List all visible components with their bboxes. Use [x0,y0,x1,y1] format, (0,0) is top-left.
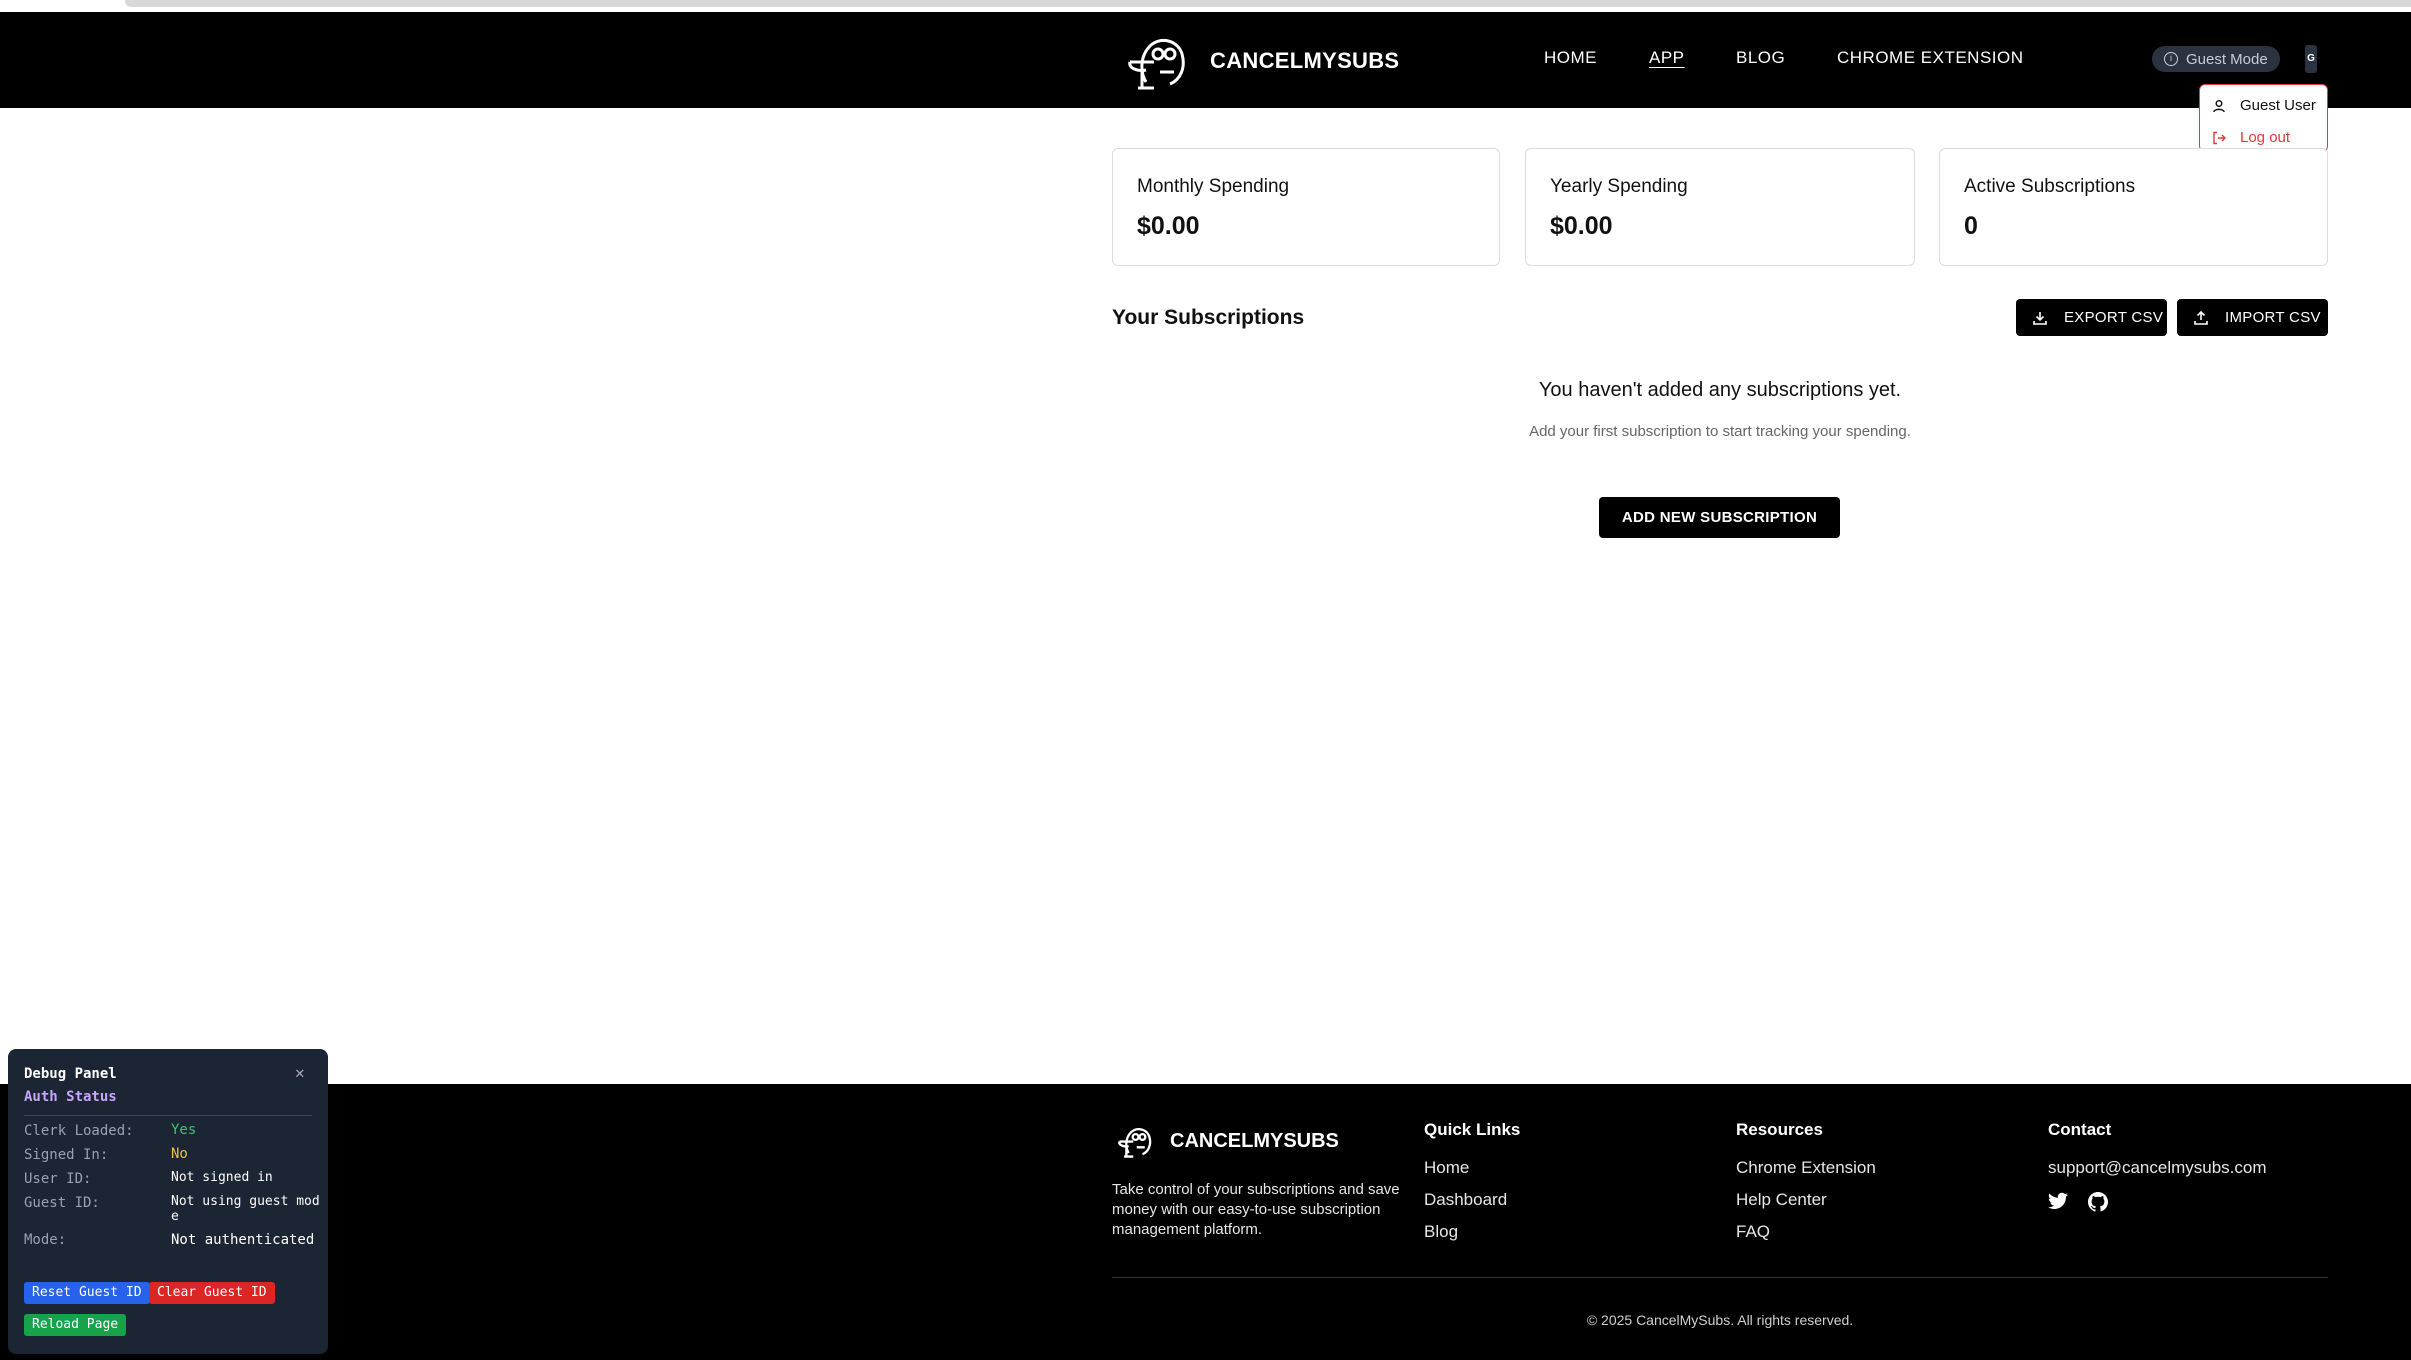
logo[interactable]: CANCELMYSUBS [1124,32,1399,90]
debug-divider [24,1115,312,1116]
twitter-icon[interactable] [2048,1192,2068,1210]
debug-value-guest-id: Not using guest mode [171,1194,320,1224]
menu-item-logout[interactable]: Log out [2212,129,2290,146]
menu-item-guest-user[interactable]: Guest User [2212,97,2316,114]
site-header: CANCELMYSUBS HOME APP BLOG CHROME EXTENS… [0,12,2411,108]
stat-label: Active Subscriptions [1964,176,2136,197]
site-footer: CANCELMYSUBS Take control of your subscr… [0,1084,2411,1360]
reload-page-button[interactable]: Reload Page [24,1314,127,1336]
subscriptions-title: Your Subscriptions [1112,306,1305,329]
menu-item-guest-user-label: Guest User [2240,97,2316,114]
menu-item-logout-label: Log out [2240,129,2291,146]
upload-icon [2194,310,2208,325]
stat-card-monthly: Monthly Spending $0.00 [1112,148,1500,266]
footer-logo[interactable]: CANCELMYSUBS [1116,1124,1339,1158]
reset-guest-id-button[interactable]: Reset Guest ID [24,1282,150,1304]
export-csv-label: EXPORT CSV [2064,309,2164,326]
debug-value-signed-in: No [171,1146,188,1162]
clear-guest-id-button[interactable]: Clear Guest ID [149,1282,275,1304]
footer-link-dashboard[interactable]: Dashboard [1424,1190,1520,1222]
debug-key-clerk-loaded: Clerk Loaded: [24,1123,134,1139]
stat-value: $0.00 [1550,212,1613,240]
stat-value: $0.00 [1137,212,1200,240]
brand-name: CANCELMYSUBS [1210,48,1400,73]
download-icon [2033,311,2047,325]
nav-chrome-extension[interactable]: CHROME EXTENSION [1837,48,2024,68]
debug-value-clerk-loaded: Yes [171,1122,197,1138]
footer-brand: CANCELMYSUBS [1170,1129,1339,1152]
footer-link-help-center[interactable]: Help Center [1736,1190,1876,1222]
debug-section-title: Auth Status [24,1089,117,1105]
debug-key-user-id: User ID: [24,1171,92,1187]
stat-value: 0 [1964,212,1978,240]
debug-key-guest-id: Guest ID: [24,1195,100,1211]
mascot-logo-icon [1128,38,1185,90]
stat-label: Yearly Spending [1550,176,1688,197]
footer-link-faq[interactable]: FAQ [1736,1222,1876,1254]
footer-link-chrome-extension[interactable]: Chrome Extension [1736,1158,1876,1190]
footer-description: Take control of your subscriptions and s… [1112,1181,1400,1238]
footer-column-title: Resources [1736,1120,1823,1139]
debug-value-mode: Not authenticated [171,1232,315,1248]
debug-value-user-id: Not signed in [171,1170,273,1185]
footer-resources: Resources Chrome Extension Help Center F… [1736,1120,1876,1254]
add-subscription-button[interactable]: ADD NEW SUBSCRIPTION [1599,497,1840,538]
import-csv-label: IMPORT CSV [2225,309,2321,326]
nav-app[interactable]: APP [1649,48,1685,68]
mascot-logo-icon [1118,1128,1152,1158]
footer-divider [1112,1277,2328,1278]
footer-link-home[interactable]: Home [1424,1158,1520,1190]
debug-panel-title: Debug Panel [24,1066,117,1082]
nav-blog[interactable]: BLOG [1736,48,1785,68]
footer-quick-links: Quick Links Home Dashboard Blog [1424,1120,1520,1254]
browser-bar [125,0,2411,7]
github-icon[interactable] [2088,1192,2108,1212]
stat-card-active: Active Subscriptions 0 [1939,148,2328,266]
user-icon [2213,99,2225,112]
guest-mode-label: Guest Mode [2186,50,2268,68]
close-icon[interactable]: ✕ [295,1063,305,1082]
footer-column-title: Contact [2048,1120,2112,1139]
footer-column-title: Quick Links [1424,1120,1521,1139]
debug-panel: Debug Panel ✕ Auth Status Clerk Loaded: … [8,1049,328,1354]
social-links [2048,1192,2267,1212]
avatar[interactable]: G [2305,45,2317,73]
stat-card-yearly: Yearly Spending $0.00 [1525,148,1915,266]
empty-state-subtext: Add your first subscription to start tra… [1529,423,1911,440]
footer-copyright: © 2025 CancelMySubs. All rights reserved… [1586,1312,1854,1328]
nav-home[interactable]: HOME [1544,48,1597,68]
empty-state-heading: You haven't added any subscriptions yet. [1538,379,1902,401]
user-menu-dropdown: Guest User Log out [2199,84,2328,152]
import-csv-button[interactable]: IMPORT CSV [2177,299,2328,336]
stat-label: Monthly Spending [1137,176,1290,197]
debug-key-signed-in: Signed In: [24,1147,109,1163]
footer-contact: Contact support@cancelmysubs.com [2048,1120,2267,1212]
footer-link-blog[interactable]: Blog [1424,1222,1520,1254]
info-icon: i [2164,52,2178,66]
footer-email-link[interactable]: support@cancelmysubs.com [2048,1158,2267,1190]
export-csv-button[interactable]: EXPORT CSV [2016,299,2167,336]
debug-key-mode: Mode: [24,1232,67,1248]
logout-icon [2213,131,2226,144]
browser-top-strip [0,0,2411,12]
guest-mode-badge: i Guest Mode [2152,46,2280,72]
